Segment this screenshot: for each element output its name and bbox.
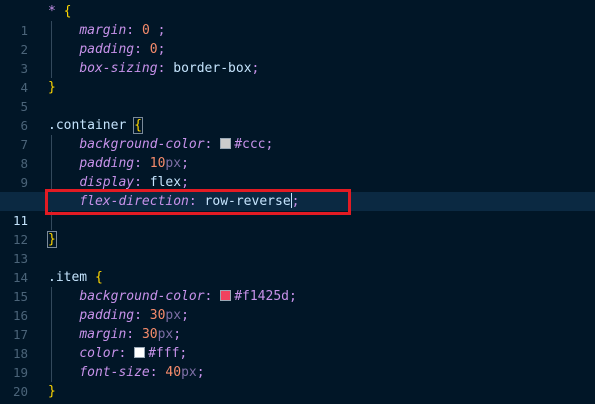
code-text: } — [48, 382, 56, 401]
property-name: display — [79, 175, 135, 190]
code-editor[interactable]: 1 * { 2 margin: 0 ; 3 padding: 0; 4 box-… — [0, 0, 595, 404]
property-name: box-sizing — [79, 61, 158, 76]
code-line[interactable]: 13 } — [0, 230, 595, 266]
property-name: padding — [79, 308, 135, 323]
code-text: } — [47, 230, 57, 249]
property-name: padding — [79, 156, 135, 171]
code-text: box-sizing: border-box; — [48, 59, 259, 78]
hex-color-value: #f1425d — [234, 289, 289, 304]
code-line[interactable]: 18 margin: 30px; — [0, 325, 595, 361]
code-line[interactable]: 19 color: #fff; — [0, 344, 595, 380]
colon: : — [134, 156, 142, 171]
unit: px — [165, 308, 182, 323]
universal-selector: * — [48, 4, 56, 19]
code-line[interactable]: 7 .container { — [0, 116, 595, 152]
class-selector: .container — [48, 118, 127, 133]
colon: : — [157, 61, 166, 76]
property-name: font-size — [79, 365, 150, 380]
close-brace: } — [48, 384, 56, 399]
semicolon: ; — [181, 156, 189, 171]
open-brace: { — [133, 117, 143, 134]
number-value: 0 — [149, 42, 158, 57]
semicolon: ; — [289, 289, 297, 304]
code-line[interactable]: 4 box-sizing: border-box; — [0, 59, 595, 95]
color-swatch[interactable] — [134, 347, 146, 358]
code-text: .item { — [48, 268, 103, 287]
number-value: 10 — [149, 156, 166, 171]
semicolon: ; — [181, 175, 189, 190]
colon: : — [126, 23, 135, 38]
code-line[interactable]: 14 — [0, 249, 595, 285]
color-swatch[interactable] — [220, 290, 232, 301]
code-line[interactable]: 8 background-color: #ccc; — [0, 135, 595, 171]
semicolon: ; — [251, 61, 260, 76]
number-value: 40 — [165, 365, 182, 380]
code-text: background-color: #ccc; — [48, 135, 273, 154]
code-text: background-color: #f1425d; — [48, 287, 297, 306]
colon: : — [118, 346, 127, 361]
code-line[interactable]: 20 font-size: 40px; — [0, 363, 595, 399]
code-line[interactable]: 6 — [0, 97, 595, 133]
code-line[interactable]: 1 * { — [0, 2, 595, 38]
unit: px — [157, 327, 174, 342]
code-text: padding: 0; — [48, 40, 165, 59]
property-name: background-color — [79, 289, 205, 304]
property-name: margin — [79, 23, 127, 38]
colon: : — [204, 289, 213, 304]
hex-color-value: #fff — [148, 346, 180, 361]
number-value: 30 — [149, 308, 166, 323]
open-brace: { — [63, 4, 72, 19]
code-line[interactable]: 2 margin: 0 ; — [0, 21, 595, 57]
property-value: border-box — [173, 61, 252, 76]
semicolon: ; — [196, 365, 205, 380]
code-line[interactable]: 21 } — [0, 382, 595, 404]
colon: : — [204, 137, 213, 152]
semicolon: ; — [265, 137, 274, 152]
unit: px — [181, 365, 197, 380]
number-value: 0 — [141, 23, 150, 38]
code-text: padding: 10px; — [48, 154, 189, 173]
property-name: background-color — [79, 137, 205, 152]
code-line[interactable]: 9 padding: 10px; — [0, 154, 595, 190]
number-value: 30 — [141, 327, 158, 342]
code-line[interactable]: 5 } — [0, 78, 595, 114]
code-line[interactable]: 17 padding: 30px; — [0, 306, 595, 342]
close-brace: } — [48, 80, 56, 95]
code-text: color: #fff; — [48, 344, 187, 363]
colon: : — [134, 308, 142, 323]
property-value: flex — [149, 175, 182, 190]
code-text: margin: 0 ; — [48, 21, 165, 40]
class-selector: .item — [48, 270, 88, 285]
semicolon: ; — [157, 42, 166, 57]
semicolon: ; — [149, 23, 166, 38]
code-line[interactable]: 3 padding: 0; — [0, 40, 595, 76]
colon: : — [126, 327, 135, 342]
code-text: margin: 30px; — [48, 325, 181, 344]
code-text: .container { — [48, 116, 143, 135]
semicolon: ; — [173, 327, 182, 342]
color-swatch[interactable] — [220, 138, 232, 149]
unit: px — [165, 156, 182, 171]
property-name: color — [79, 346, 119, 361]
code-text: padding: 30px; — [48, 306, 189, 325]
colon: : — [134, 175, 142, 190]
code-text: } — [48, 78, 56, 97]
hex-color-value: #ccc — [234, 137, 266, 152]
code-text: font-size: 40px; — [48, 363, 205, 382]
code-line[interactable]: 15 .item { — [0, 268, 595, 304]
semicolon: ; — [179, 346, 188, 361]
open-brace: { — [94, 270, 103, 285]
colon: : — [134, 42, 142, 57]
semicolon: ; — [181, 308, 189, 323]
colon: : — [149, 365, 158, 380]
property-name: padding — [79, 42, 135, 57]
code-text: * { — [48, 2, 71, 21]
code-line[interactable]: 16 background-color: #f1425d; — [0, 287, 595, 323]
close-brace: } — [47, 231, 57, 248]
highlight-annotation-box — [45, 189, 351, 215]
property-name: margin — [79, 327, 127, 342]
